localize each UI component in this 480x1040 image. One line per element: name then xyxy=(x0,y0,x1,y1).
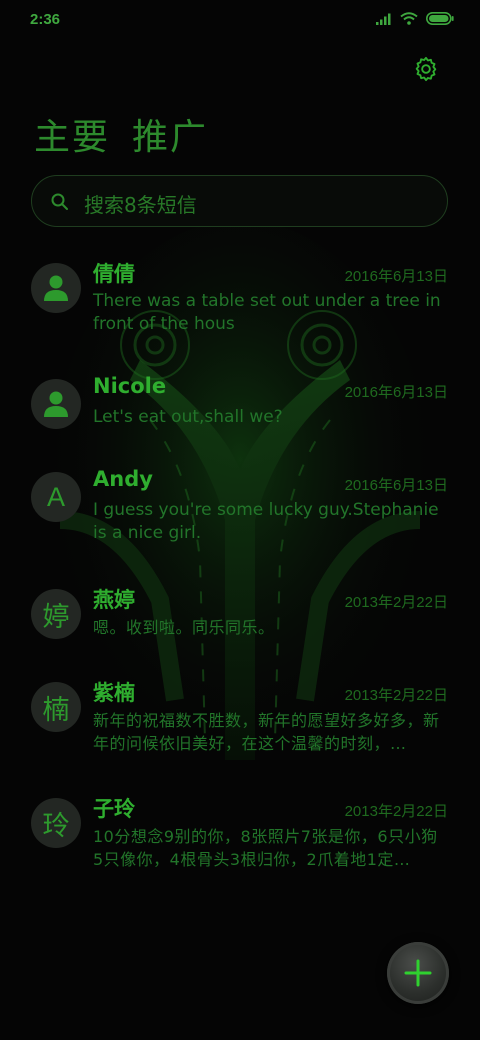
message-snippet: I guess you're some lucky guy.Stephanie … xyxy=(93,500,439,543)
message-snippet: There was a table set out under a tree i… xyxy=(93,291,441,334)
battery-icon xyxy=(426,12,454,25)
tab-promotions[interactable]: 推广 xyxy=(132,108,208,160)
settings-button[interactable] xyxy=(412,55,440,83)
message-snippet: 10分想念9别的你，8张照片7张是你，6只小狗5只像你，4根骨头3根归你，2爪着… xyxy=(93,827,438,869)
tab-primary[interactable]: 主要 xyxy=(34,108,110,160)
tab-bar: 主要 推广 xyxy=(34,108,208,160)
avatar-letter: A xyxy=(46,481,65,512)
avatar[interactable] xyxy=(31,379,81,429)
signal-icon xyxy=(376,13,391,25)
contact-name: Andy xyxy=(93,467,153,491)
person-icon xyxy=(44,391,68,417)
contact-name: 子玲 xyxy=(93,797,135,821)
wifi-icon xyxy=(400,12,418,25)
message-snippet: 嗯。收到啦。同乐同乐。 xyxy=(93,618,275,637)
avatar[interactable]: A xyxy=(31,472,81,522)
contact-name: 燕婷 xyxy=(93,588,135,612)
avatar[interactable]: 楠 xyxy=(31,682,81,732)
avatar[interactable]: 玲 xyxy=(31,798,81,848)
message-date: 2013年2月22日 xyxy=(344,594,448,611)
status-time: 2:36 xyxy=(30,11,61,28)
contact-name: 紫楠 xyxy=(93,681,135,705)
person-icon xyxy=(44,275,68,301)
message-date: 2016年6月13日 xyxy=(344,477,448,494)
avatar-letter: 婷 xyxy=(42,601,70,632)
avatar[interactable] xyxy=(31,263,81,313)
contact-name: Nicole xyxy=(93,374,167,398)
message-date: 2016年6月13日 xyxy=(344,384,448,401)
status-bar: 2:36 xyxy=(0,0,480,40)
message-date: 2013年2月22日 xyxy=(344,687,448,704)
search-input[interactable]: 搜索8条短信 xyxy=(84,189,197,218)
message-date: 2013年2月22日 xyxy=(344,803,448,820)
message-snippet: 新年的祝福数不胜数，新年的愿望好多好多，新年的问候依旧美好，在这个温馨的时刻，… xyxy=(93,711,440,753)
message-date: 2016年6月13日 xyxy=(344,268,448,285)
search-icon xyxy=(51,193,68,210)
plus-icon xyxy=(404,959,432,987)
gear-icon xyxy=(415,56,437,82)
avatar-letter: 楠 xyxy=(42,694,70,725)
avatar-letter: 玲 xyxy=(42,810,70,841)
avatar[interactable]: 婷 xyxy=(31,589,81,639)
new-message-button[interactable] xyxy=(387,942,449,1004)
search-bar[interactable]: 搜索8条短信 xyxy=(31,175,448,227)
contact-name: 倩倩 xyxy=(93,262,135,286)
message-snippet: Let's eat out,shall we? xyxy=(93,407,283,427)
